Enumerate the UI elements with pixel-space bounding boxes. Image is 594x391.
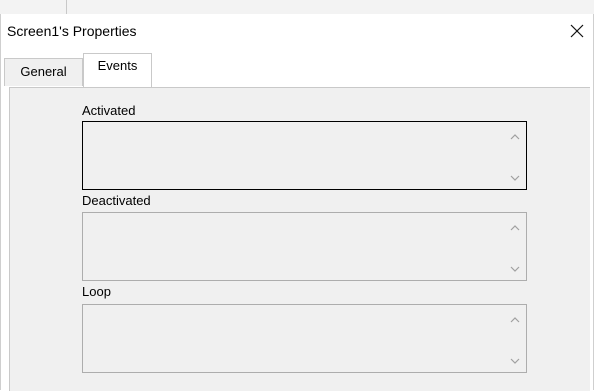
scroll-up-icon[interactable] xyxy=(508,221,522,235)
background-divider xyxy=(66,0,67,14)
dialog-title: Screen1's Properties xyxy=(7,23,137,39)
deactivated-field[interactable] xyxy=(82,212,527,281)
properties-dialog: Screen1's Properties General Events Acti… xyxy=(0,14,594,391)
title-bar[interactable]: Screen1's Properties xyxy=(1,14,593,48)
scroll-down-icon[interactable] xyxy=(508,262,522,276)
events-panel: Activated Deactivated Loop xyxy=(9,87,590,391)
tab-strip: General Events xyxy=(4,52,584,88)
background-window-strip xyxy=(0,0,594,15)
deactivated-label: Deactivated xyxy=(82,193,151,208)
activated-label: Activated xyxy=(82,103,136,118)
activated-field[interactable] xyxy=(82,121,527,190)
scroll-up-icon[interactable] xyxy=(508,313,522,327)
loop-label: Loop xyxy=(82,284,111,299)
loop-field[interactable] xyxy=(82,304,527,373)
scroll-down-icon[interactable] xyxy=(508,171,522,185)
scroll-up-icon[interactable] xyxy=(508,130,522,144)
close-icon xyxy=(570,24,584,38)
tab-events[interactable]: Events xyxy=(83,53,152,87)
scroll-down-icon[interactable] xyxy=(508,354,522,368)
tab-general[interactable]: General xyxy=(4,58,83,86)
close-button[interactable] xyxy=(563,17,591,45)
